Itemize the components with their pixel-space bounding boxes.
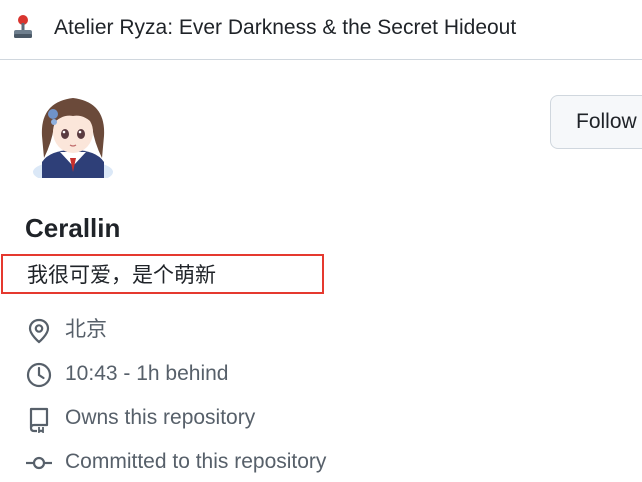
commit-icon [26, 456, 52, 470]
committed-row: Committed to this repository [22, 447, 622, 477]
committed-text: Committed to this repository [65, 450, 327, 473]
bio-highlight-box: 我很可爱，是个萌新 [1, 254, 324, 294]
joystick-icon [14, 15, 32, 38]
app-header: Atelier Ryza: Ever Darkness & the Secret… [0, 0, 642, 60]
repository-owner-text: Owns this repository [65, 406, 256, 429]
clock-icon [26, 362, 52, 388]
location-row: 北京 [22, 315, 622, 345]
location-text: 北京 [65, 318, 107, 341]
repo-icon [29, 407, 49, 433]
local-time-text: 10:43 - 1h behind [65, 362, 229, 385]
local-time-row: 10:43 - 1h behind [22, 359, 622, 389]
avatar[interactable] [20, 92, 126, 178]
user-name: Cerallin [25, 213, 121, 243]
repository-owner-row: Owns this repository [22, 403, 622, 433]
location-pin-icon [28, 318, 50, 344]
follow-button[interactable]: Follow [550, 95, 642, 149]
user-bio: 我很可爱，是个萌新 [27, 264, 216, 287]
page-title: Atelier Ryza: Ever Darkness & the Secret… [54, 16, 517, 39]
